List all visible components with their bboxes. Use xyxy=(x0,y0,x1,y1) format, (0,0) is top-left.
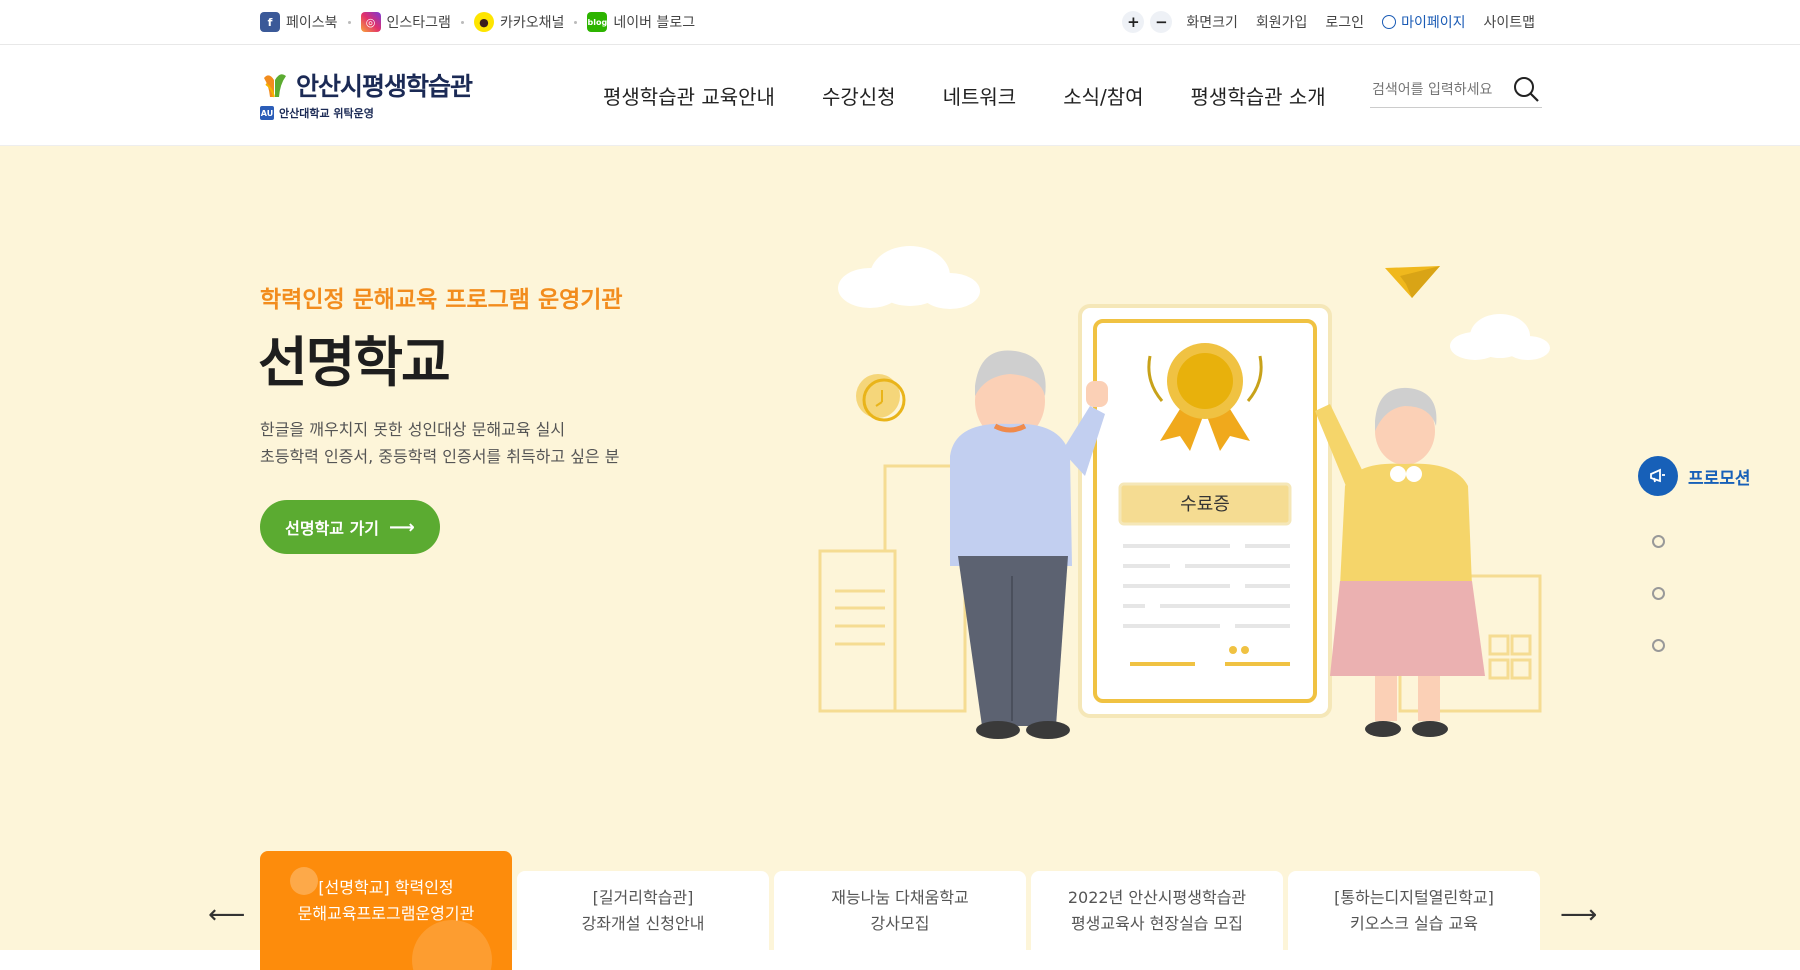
tab-label: [길거리학습관] 강좌개설 신청안내 xyxy=(581,888,705,933)
paper-plane-icon xyxy=(1385,266,1440,298)
instagram-icon: ◎ xyxy=(360,12,381,32)
nav-news[interactable]: 소식/참여 xyxy=(1063,81,1143,110)
kakao-channel-label: 카카오채널 xyxy=(499,15,565,31)
arrow-right-icon: ⟶ xyxy=(389,516,415,538)
join-link[interactable]: 회원가입 xyxy=(1256,12,1308,32)
kakao-channel-icon: ● xyxy=(473,12,494,32)
person-icon xyxy=(1382,15,1397,29)
search-icon[interactable] xyxy=(1512,75,1540,103)
tab-talent-sharing[interactable]: 재능나눔 다채움학교 강사모집 xyxy=(774,871,1026,970)
search-box xyxy=(1370,75,1542,108)
sitemap-link[interactable]: 사이트맵 xyxy=(1483,12,1535,32)
tab-street-learning[interactable]: [길거리학습관] 강좌개설 신청안내 xyxy=(517,871,769,970)
hero-side-navigation: 프로모션 xyxy=(1638,456,1751,652)
clock-icon xyxy=(856,374,906,422)
facebook-icon: f xyxy=(260,12,280,32)
utility-links: + − 화면크기 회원가입 로그인 마이페이지 사이트맵 xyxy=(1122,0,1541,44)
megaphone-icon xyxy=(1638,456,1678,496)
go-school-button[interactable]: 선명학교 가기 ⟶ xyxy=(260,500,440,554)
go-school-label: 선명학교 가기 xyxy=(285,519,380,538)
main-header: 안산시평생학습관 AU 안산대학교 위탁운영 평생학습관 교육안내 수강신청 네… xyxy=(0,45,1800,146)
mypage-label: 마이페이지 xyxy=(1401,15,1466,31)
logo-title: 안산시평생학습관 xyxy=(296,72,473,101)
tab-label: [통하는디지털열린학교] 키오스크 실습 교육 xyxy=(1334,888,1494,933)
decorative-circle xyxy=(412,920,492,970)
nav-course-registration[interactable]: 수강신청 xyxy=(822,81,896,110)
nav-education-guide[interactable]: 평생학습관 교육안내 xyxy=(603,81,775,110)
prev-arrow-icon[interactable]: ⟵ xyxy=(208,900,245,930)
hero-section: 학력인정 문해교육 프로그램 운영기관 선명학교 한글을 깨우치지 못한 성인대… xyxy=(0,146,1800,950)
tab-practicum[interactable]: 2022년 안산시평생학습관 평생교육사 현장실습 모집 xyxy=(1031,871,1283,970)
mypage-link[interactable]: 마이페이지 xyxy=(1382,12,1465,32)
tab-label: 2022년 안산시평생학습관 평생교육사 현장실습 모집 xyxy=(1067,888,1247,933)
separator-dot xyxy=(574,20,578,24)
zoom-out-button[interactable]: − xyxy=(1150,11,1173,33)
hero-title: 선명학교 xyxy=(258,331,451,394)
kakao-channel-link[interactable]: ● 카카오채널 xyxy=(473,12,565,32)
hero-desc-line: 한글을 깨우치지 못한 성인대상 문해교육 실시 xyxy=(260,420,566,439)
logo-subtitle: 안산대학교 위탁운영 xyxy=(279,107,374,120)
hero-description: 한글을 깨우치지 못한 성인대상 문해교육 실시 초등학력 인증서, 중등학력 … xyxy=(260,416,619,470)
certificate-label: 수료증 xyxy=(1180,494,1230,515)
login-link[interactable]: 로그인 xyxy=(1325,12,1364,32)
instagram-label: 인스타그램 xyxy=(386,15,451,31)
logo-mark-icon xyxy=(264,74,286,98)
tab-digital-school[interactable]: [통하는디지털열린학교] 키오스크 실습 교육 xyxy=(1288,871,1540,970)
facebook-link[interactable]: f 페이스북 xyxy=(260,12,338,32)
university-logo-icon: AU xyxy=(260,106,274,120)
hero-illustration: 수료증 xyxy=(818,246,1550,739)
tab-label: 재능나눔 다채움학교 강사모집 xyxy=(831,888,969,933)
separator-dot xyxy=(460,20,464,24)
nav-network[interactable]: 네트워크 xyxy=(943,81,1017,110)
naver-blog-link[interactable]: blog 네이버 블로그 xyxy=(587,12,695,32)
slider-tabs: [선명학교] 학력인정 문해교육프로그램운영기관 [길거리학습관] 강좌개설 신… xyxy=(260,851,1545,970)
main-navigation: 평생학습관 교육안내 수강신청 네트워크 소식/참여 평생학습관 소개 xyxy=(603,45,1373,145)
social-links: f 페이스북 ◎ 인스타그램 ● 카카오채널 blog 네이버 블로그 xyxy=(260,0,695,44)
promotion-label: 프로모션 xyxy=(1688,468,1751,489)
facebook-label: 페이스북 xyxy=(286,15,338,31)
hero-subtitle: 학력인정 문해교육 프로그램 운영기관 xyxy=(260,287,623,313)
tab-label: [선명학교] 학력인정 문해교육프로그램운영기관 xyxy=(297,878,475,923)
screen-size-label: 화면크기 xyxy=(1186,15,1238,31)
slide-dot[interactable] xyxy=(1652,535,1665,548)
naver-blog-icon: blog xyxy=(587,12,608,32)
top-utility-bar: f 페이스북 ◎ 인스타그램 ● 카카오채널 blog 네이버 블로그 + − … xyxy=(0,0,1800,45)
slide-dot[interactable] xyxy=(1652,587,1665,600)
site-logo[interactable]: 안산시평생학습관 AU 안산대학교 위탁운영 xyxy=(260,67,473,121)
naver-blog-label: 네이버 블로그 xyxy=(613,15,696,31)
tab-seonmyeong-school[interactable]: [선명학교] 학력인정 문해교육프로그램운영기관 xyxy=(260,851,512,970)
zoom-in-button[interactable]: + xyxy=(1122,11,1145,33)
hero-desc-line: 초등학력 인증서, 중등학력 인증서를 취득하고 싶은 분 xyxy=(260,447,620,466)
separator-dot xyxy=(347,20,351,24)
search-input[interactable] xyxy=(1370,75,1504,105)
promotion-indicator[interactable]: 프로모션 xyxy=(1638,456,1751,496)
nav-about[interactable]: 평생학습관 소개 xyxy=(1191,81,1326,110)
instagram-link[interactable]: ◎ 인스타그램 xyxy=(360,12,451,32)
next-arrow-icon[interactable]: ⟶ xyxy=(1560,900,1597,930)
slide-dot[interactable] xyxy=(1652,639,1665,652)
